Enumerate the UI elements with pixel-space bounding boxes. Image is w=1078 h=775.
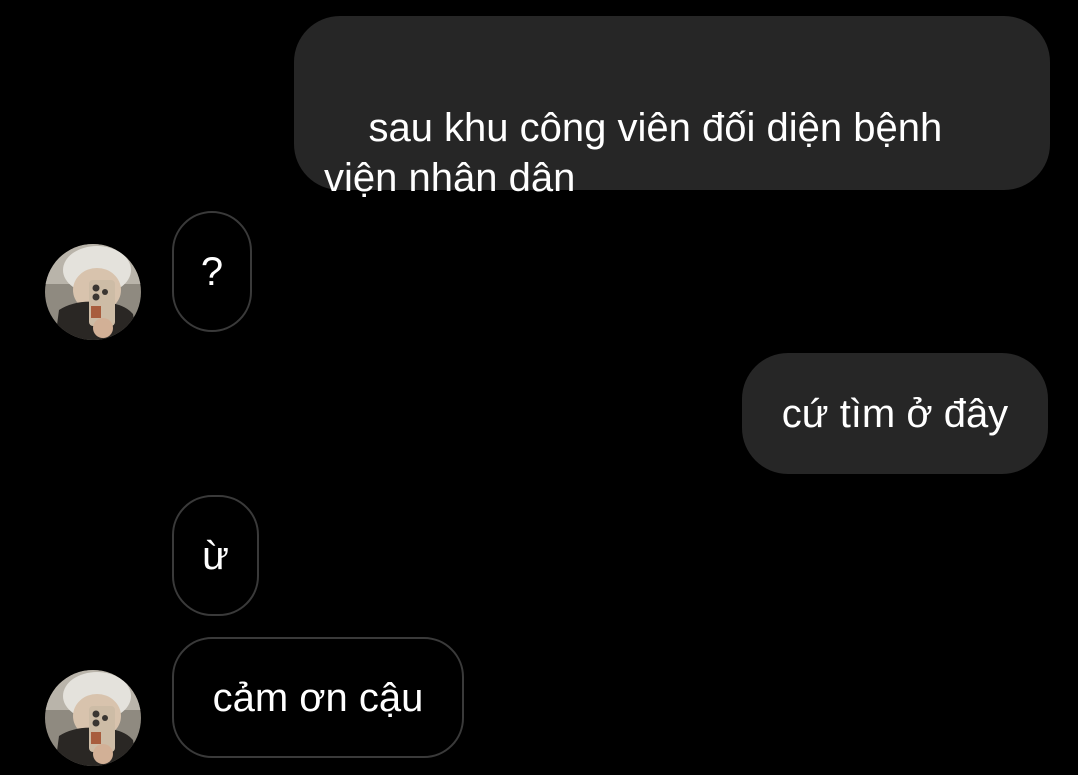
outgoing-message[interactable]: cứ tìm ở đây — [742, 353, 1048, 474]
contact-avatar[interactable] — [45, 244, 141, 340]
avatar-photo-icon — [45, 244, 141, 340]
message-text: ? — [200, 249, 224, 294]
incoming-message[interactable]: ừ — [172, 495, 259, 616]
message-text: cứ tìm ở đây — [781, 391, 1009, 436]
incoming-message[interactable]: ? — [172, 211, 252, 332]
message-text: cảm ơn cậu — [212, 675, 424, 720]
message-text: ừ — [202, 533, 229, 578]
contact-avatar[interactable] — [45, 670, 141, 766]
message-thread: sau khu công viên đối diện bệnh viện nhâ… — [0, 0, 1078, 775]
outgoing-message[interactable]: sau khu công viên đối diện bệnh viện nhâ… — [294, 16, 1050, 200]
avatar-photo-icon — [45, 670, 141, 766]
message-text: sau khu công viên đối diện bệnh viện nhâ… — [324, 106, 954, 200]
incoming-message[interactable]: cảm ơn cậu — [172, 637, 464, 758]
